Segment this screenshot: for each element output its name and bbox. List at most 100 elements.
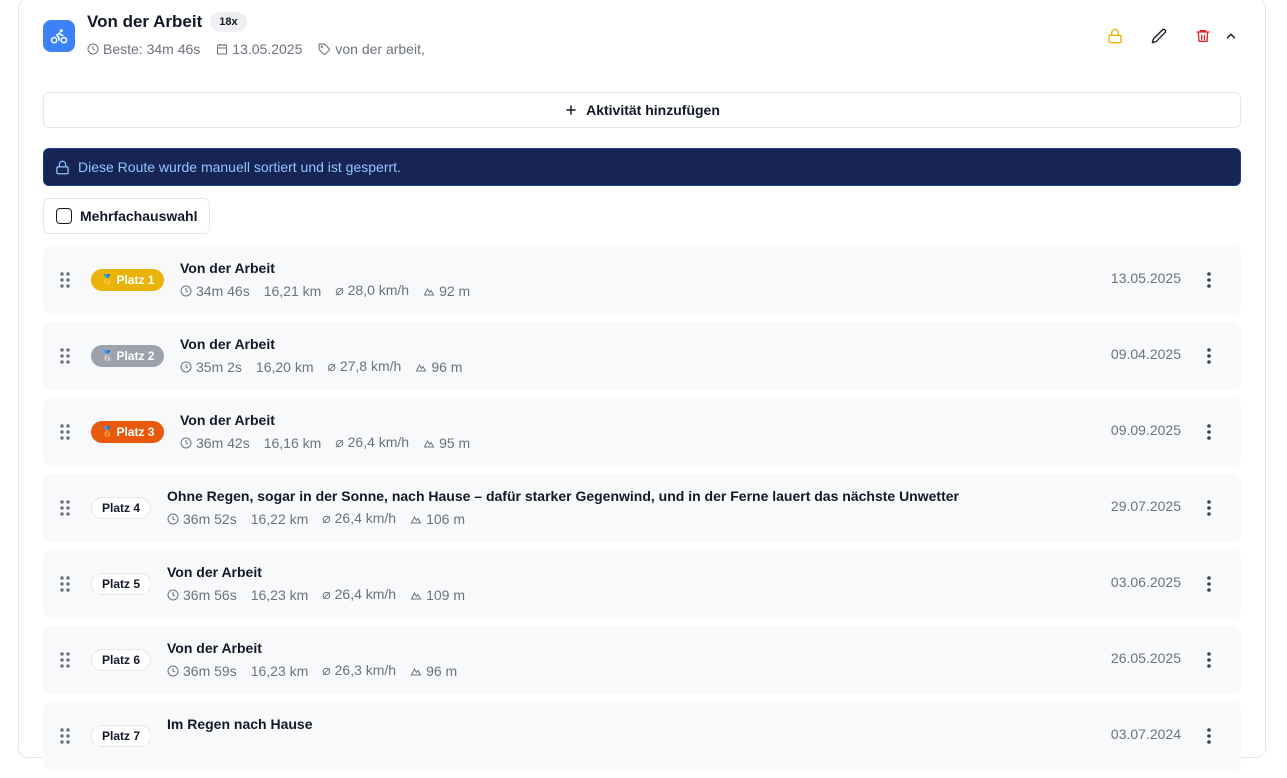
activity-duration: 36m 42s [180, 435, 250, 451]
bronze-medal-icon: 🥉 [101, 426, 114, 438]
chevron-up-icon[interactable] [1221, 26, 1241, 46]
activity-date: 26.05.2025 [1110, 650, 1181, 666]
clock-icon [167, 513, 179, 524]
activity-duration: 36m 59s [167, 663, 237, 679]
activity-title[interactable]: Von der Arbeit [180, 258, 470, 278]
clock-icon [180, 437, 192, 448]
add-activity-button[interactable]: Aktivität hinzufügen [43, 92, 1241, 128]
activity-speed: ⌀ 27,8 km/h [327, 358, 402, 374]
more-options-icon[interactable] [1201, 347, 1217, 365]
more-options-icon[interactable] [1201, 727, 1217, 745]
activity-speed: ⌀ 26,4 km/h [335, 434, 410, 450]
more-options-icon[interactable] [1201, 271, 1217, 289]
activity-details: Im Regen nach Hause [167, 714, 313, 734]
rank-badge: 🥈 Platz 2 [91, 345, 165, 367]
rank-badge: 🥇 Platz 1 [91, 269, 165, 291]
activity-row[interactable]: Platz 4 Ohne Regen, sogar in der Sonne, n… [43, 474, 1241, 542]
activity-count-badge: 18x [210, 12, 247, 32]
lock-icon[interactable] [1105, 26, 1125, 46]
more-options-icon[interactable] [1201, 575, 1217, 593]
more-options-icon[interactable] [1201, 651, 1217, 669]
activity-details: Ohne Regen, sogar in der Sonne, nach Hau… [167, 486, 959, 527]
activity-title[interactable]: Ohne Regen, sogar in der Sonne, nach Hau… [167, 486, 959, 506]
activity-row[interactable]: Platz 7 Im Regen nach Hause 03.07.2024 [43, 702, 1241, 770]
activity-title[interactable]: Von der Arbeit [180, 334, 462, 354]
drag-handle-icon[interactable] [59, 271, 71, 289]
activity-date: 09.09.2025 [1110, 422, 1181, 438]
activity-duration: 34m 46s [180, 283, 250, 299]
tag-icon [318, 43, 331, 55]
mountain-icon [416, 363, 427, 371]
rank-badge: Platz 5 [91, 573, 152, 595]
rank-badge: Platz 6 [91, 649, 152, 671]
activity-date: 03.06.2025 [1110, 574, 1181, 590]
activity-elevation: 106 m [410, 511, 465, 527]
activity-row[interactable]: 🥉 Platz 3 Von der Arbeit 36m 42s 16,16 km ⌀ 2… [43, 398, 1241, 466]
activity-distance: 16,21 km [263, 282, 322, 299]
rank-badge: 🥉 Platz 3 [91, 421, 165, 443]
activity-distance: 16,20 km [255, 358, 314, 375]
activity-list: 🥇 Platz 1 Von der Arbeit 34m 46s 16,21 km ⌀ 2… [43, 246, 1241, 778]
clock-icon [180, 361, 192, 372]
route-header: Von der Arbeit 18x Beste: 34m 46s 13.05.… [43, 12, 1241, 62]
drag-handle-icon[interactable] [59, 347, 71, 365]
activity-date: 29.07.2025 [1110, 498, 1181, 514]
activity-distance: 16,16 km [263, 434, 322, 451]
route-title: Von der Arbeit [87, 12, 203, 31]
activity-details: Von der Arbeit 34m 46s 16,21 km ⌀ 28,0 km/h… [180, 258, 470, 299]
lock-icon [56, 160, 69, 174]
edit-icon[interactable] [1149, 26, 1169, 46]
clock-icon [167, 589, 179, 600]
drag-handle-icon[interactable] [59, 575, 71, 593]
silver-medal-icon: 🥈 [101, 350, 114, 362]
gold-medal-icon: 🥇 [101, 274, 114, 286]
activity-distance: 16,22 km [250, 510, 309, 527]
mountain-icon [410, 515, 422, 523]
bicycle-icon [43, 20, 75, 52]
activity-duration: 36m 56s [167, 587, 237, 603]
activity-elevation: 109 m [410, 587, 465, 603]
more-options-icon[interactable] [1201, 423, 1217, 441]
activity-date: 03.07.2024 [1110, 726, 1181, 742]
mountain-icon [423, 439, 435, 447]
activity-elevation: 92 m [423, 283, 470, 299]
activity-title[interactable]: Von der Arbeit [180, 410, 470, 430]
clock-icon [180, 285, 192, 296]
activity-elevation: 96 m [415, 359, 462, 375]
trash-icon[interactable] [1193, 26, 1213, 46]
activity-row[interactable]: 🥈 Platz 2 Von der Arbeit 35m 2s 16,20 km ⌀ 27… [43, 322, 1241, 390]
calendar-icon [217, 44, 228, 55]
rank-badge: Platz 4 [91, 497, 152, 519]
route-tags: von der arbeit, [318, 41, 425, 57]
drag-handle-icon[interactable] [59, 651, 71, 669]
activity-speed: ⌀ 26,4 km/h [322, 510, 397, 526]
activity-details: Von der Arbeit 36m 56s 16,23 km ⌀ 26,4 km/h… [167, 562, 465, 603]
drag-handle-icon[interactable] [59, 423, 71, 441]
mountain-icon [410, 667, 422, 675]
activity-date: 13.05.2025 [1110, 270, 1181, 286]
activity-distance: 16,23 km [250, 586, 309, 603]
activity-title[interactable]: Von der Arbeit [167, 562, 465, 582]
activity-title[interactable]: Im Regen nach Hause [167, 714, 313, 734]
route-date: 13.05.2025 [216, 41, 302, 57]
drag-handle-icon[interactable] [59, 727, 71, 745]
activity-distance: 16,23 km [250, 662, 309, 679]
multi-select-checkbox[interactable] [56, 208, 72, 224]
activity-date: 09.04.2025 [1110, 346, 1181, 362]
mountain-icon [410, 591, 422, 599]
activity-elevation: 95 m [423, 435, 470, 451]
locked-route-banner: Diese Route wurde manuell sortiert und i… [43, 148, 1241, 186]
activity-row[interactable]: 🥇 Platz 1 Von der Arbeit 34m 46s 16,21 km ⌀ 2… [43, 246, 1241, 314]
clock-icon [167, 665, 179, 676]
mountain-icon [423, 287, 435, 295]
activity-details: Von der Arbeit 36m 59s 16,23 km ⌀ 26,3 km/h… [167, 638, 457, 679]
multi-select-toggle[interactable]: Mehrfachauswahl [43, 198, 211, 234]
activity-title[interactable]: Von der Arbeit [167, 638, 457, 658]
activity-row[interactable]: Platz 5 Von der Arbeit 36m 56s 16,23 km ⌀ 26… [43, 550, 1241, 618]
drag-handle-icon[interactable] [59, 499, 71, 517]
activity-speed: ⌀ 26,3 km/h [322, 662, 397, 678]
clock-icon [87, 43, 99, 55]
activity-details: Von der Arbeit 36m 42s 16,16 km ⌀ 26,4 km/h… [180, 410, 470, 451]
activity-row[interactable]: Platz 6 Von der Arbeit 36m 59s 16,23 km ⌀ 26… [43, 626, 1241, 694]
more-options-icon[interactable] [1201, 499, 1217, 517]
